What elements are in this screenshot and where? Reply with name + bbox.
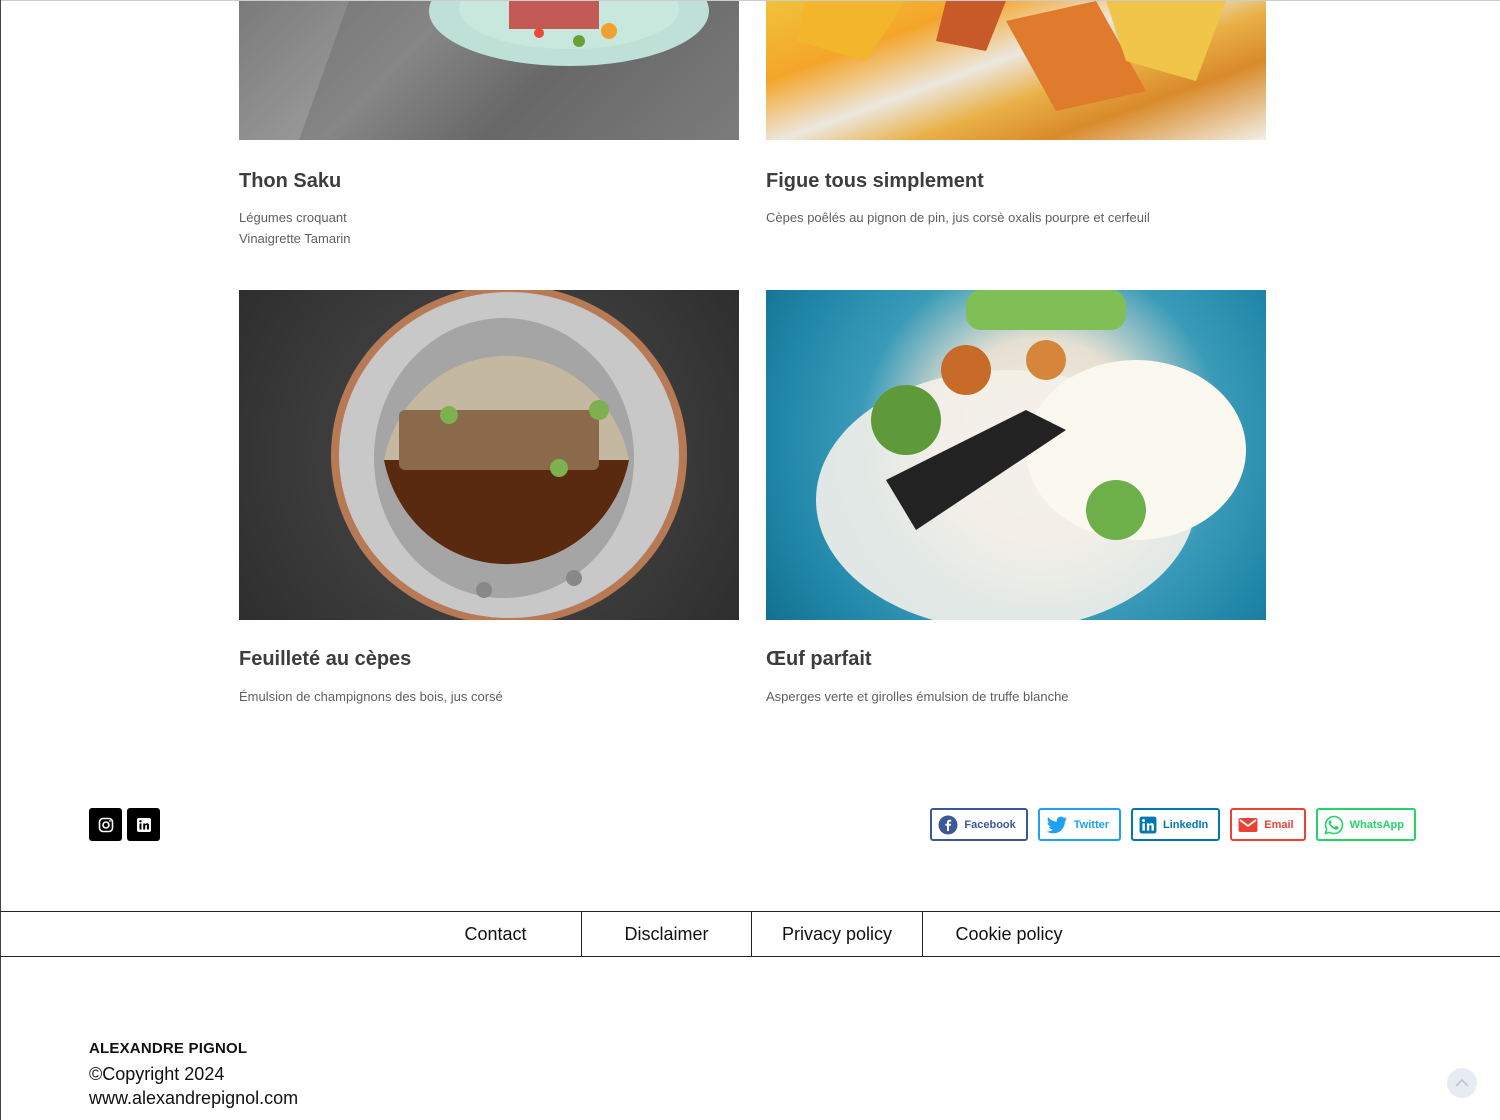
dish-photo-oeuf <box>766 290 1266 620</box>
footer-nav-privacy-policy[interactable]: Privacy policy <box>752 912 922 956</box>
dish-card-thon-saku: Thon Saku Légumes croquant Vinaigrette T… <box>239 1 739 251</box>
dish-card-feuillete: Feuilleté au cèpes Émulsion de champigno… <box>239 290 739 720</box>
share-facebook-label: Facebook <box>964 818 1016 831</box>
footer-owner-name: ALEXANDRE PIGNOL <box>89 1040 248 1057</box>
footer-info: ALEXANDRE PIGNOL ©Copyright 2024 www.ale… <box>89 1040 298 1109</box>
footer-nav-contact[interactable]: Contact <box>410 912 581 956</box>
linkedin-icon <box>136 817 151 832</box>
social-links <box>89 808 160 841</box>
page-top-border <box>0 0 1500 1</box>
share-facebook-button[interactable]: Facebook <box>930 808 1028 841</box>
dish-description-line: Cèpes poêlés au pignon de pin, jus corsè… <box>766 210 1150 225</box>
instagram-icon <box>98 817 113 832</box>
share-whatsapp-button[interactable]: WhatsApp <box>1315 808 1416 841</box>
footer-nav: Contact Disclaimer Privacy policy Cookie… <box>0 911 1500 957</box>
share-linkedin-button[interactable]: LinkedIn <box>1131 808 1221 841</box>
linkedin-button[interactable] <box>127 808 160 841</box>
scroll-to-top-button[interactable] <box>1447 1068 1477 1098</box>
dish-photo-thon-saku <box>239 1 739 140</box>
dish-description: Asperges verte et girolles émulsion de t… <box>766 686 1069 707</box>
dish-description-line: Vinaigrette Tamarin <box>239 231 351 246</box>
share-linkedin-label: LinkedIn <box>1163 818 1209 831</box>
dish-title: Œuf parfait <box>766 648 872 670</box>
twitter-icon <box>1046 816 1067 833</box>
dish-title: Figue tous simplement <box>766 170 984 192</box>
dish-title: Thon Saku <box>239 170 342 192</box>
share-twitter-button[interactable]: Twitter <box>1037 808 1122 841</box>
dish-description: Cèpes poêlés au pignon de pin, jus corsè… <box>766 207 1150 228</box>
dish-card-oeuf: Œuf parfait Asperges verte et girolles é… <box>766 290 1266 720</box>
chevron-up-icon <box>1455 1078 1469 1087</box>
dish-description-line: Émulsion de champignons des bois, jus co… <box>239 689 503 704</box>
share-twitter-label: Twitter <box>1073 818 1110 831</box>
footer-nav-cookie-policy[interactable]: Cookie policy <box>923 912 1095 956</box>
share-email-button[interactable]: Email <box>1230 808 1306 841</box>
dish-title: Feuilleté au cèpes <box>239 648 412 670</box>
dish-description-line: Asperges verte et girolles émulsion de t… <box>766 689 1069 704</box>
share-buttons: Facebook Twitter LinkedIn Email WhatsApp <box>930 808 1416 841</box>
footer-nav-disclaimer[interactable]: Disclaimer <box>582 912 751 956</box>
dish-description-line: Légumes croquant <box>239 210 347 225</box>
whatsapp-icon <box>1323 815 1343 835</box>
dish-description: Émulsion de champignons des bois, jus co… <box>239 686 503 707</box>
instagram-button[interactable] <box>89 808 122 841</box>
linkedin-icon <box>1139 816 1157 833</box>
facebook-icon <box>938 815 958 834</box>
footer-copyright: ©Copyright 2024 <box>89 1064 225 1084</box>
share-email-label: Email <box>1264 818 1294 831</box>
dish-photo-feuillete <box>239 290 739 620</box>
dish-photo-figue <box>766 1 1266 140</box>
dish-description: Légumes croquant Vinaigrette Tamarin <box>239 207 351 249</box>
email-icon <box>1238 817 1258 832</box>
dish-card-figue: Figue tous simplement Cèpes poêlés au pi… <box>766 1 1266 251</box>
share-whatsapp-label: WhatsApp <box>1349 818 1404 831</box>
footer-website: www.alexandrepignol.com <box>89 1088 299 1108</box>
